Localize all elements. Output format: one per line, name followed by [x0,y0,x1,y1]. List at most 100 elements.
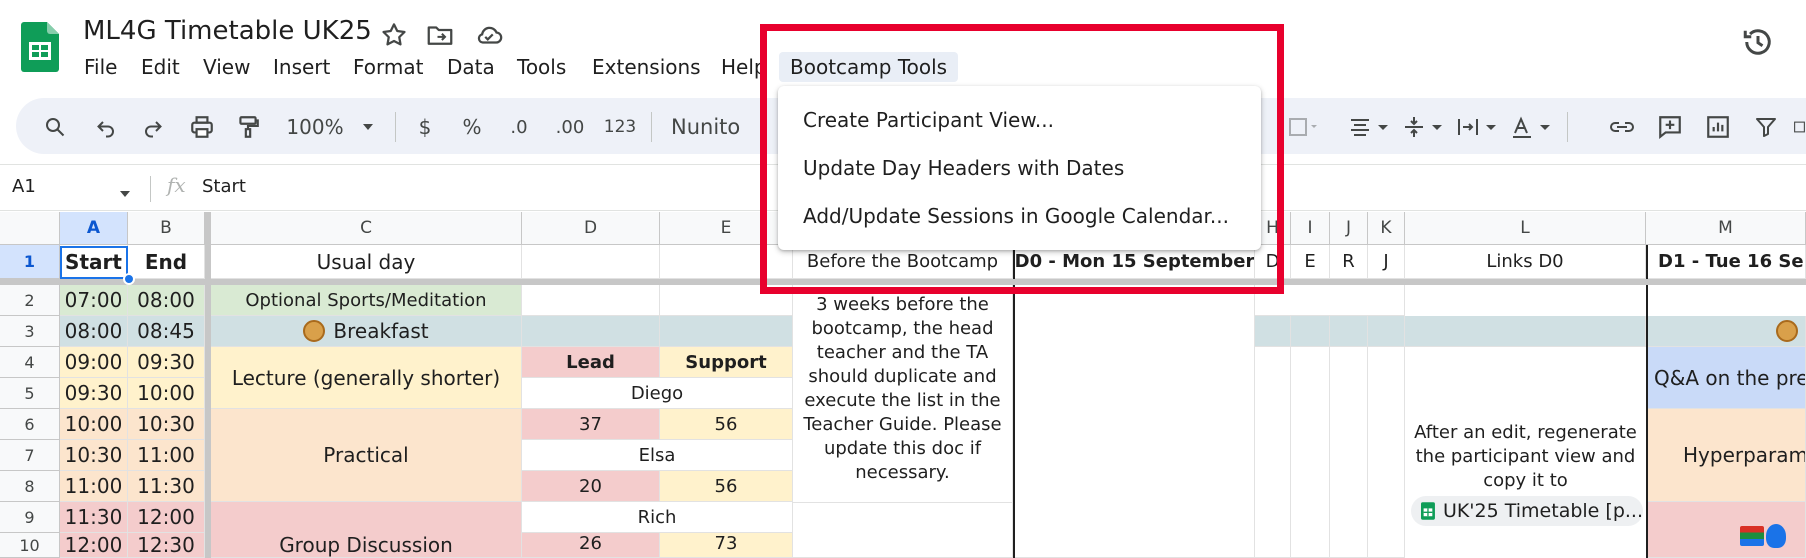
cell-end-time[interactable]: 10:00 [128,378,205,409]
cell-k-col[interactable] [1368,347,1405,558]
cell-end-time[interactable]: 12:30 [128,533,205,558]
cell-lecturer-name[interactable]: Rich [522,502,793,533]
cloud-saved-icon[interactable] [474,20,504,50]
cell-lecture[interactable]: Lecture (generally shorter) [211,347,522,409]
row-header-4[interactable]: 4 [0,347,60,378]
increase-decimal-button[interactable]: .00 [550,112,590,142]
column-header-a[interactable]: A [60,212,128,245]
cell-support-value[interactable]: 73 [660,533,793,558]
name-box-dropdown-icon[interactable] [118,184,132,203]
sheets-logo-icon[interactable] [21,22,59,72]
search-menus-icon[interactable] [40,112,70,142]
menu-edit[interactable]: Edit [141,52,180,82]
formula-input[interactable]: Start [202,176,246,197]
zoom-dropdown-arrow-icon[interactable] [358,112,378,142]
cell-end-time[interactable]: 08:00 [128,285,205,316]
cell-k1[interactable]: J [1368,245,1405,279]
star-icon[interactable] [379,20,409,50]
text-wrapping-icon[interactable] [1456,112,1500,142]
cell-d1-qa[interactable]: Q&A on the prere [1648,347,1806,409]
cell-start-time[interactable]: 10:30 [60,440,128,471]
cell-lead-value[interactable]: 20 [522,471,660,502]
menu-format[interactable]: Format [353,52,423,82]
menu-view[interactable]: View [203,52,250,82]
cell-start-time[interactable]: 09:00 [60,347,128,378]
cell-b1[interactable]: End [128,245,205,279]
cell-end-time[interactable]: 09:30 [128,347,205,378]
cell-start-time[interactable]: 07:00 [60,285,128,316]
font-family-select[interactable]: Nunito [671,112,751,142]
cell-e3[interactable] [660,316,793,347]
name-box[interactable]: A1 [12,176,36,197]
menu-data[interactable]: Data [447,52,495,82]
document-title[interactable]: ML4G Timetable UK25 [83,16,372,46]
row-header-2[interactable]: 2 [0,285,60,316]
cell-d1-header[interactable]: D1 - Tue 16 Sep [1648,245,1806,279]
cell-start-time[interactable]: 10:00 [60,409,128,440]
frozen-columns-divider[interactable] [205,212,211,558]
row-header-3[interactable]: 3 [0,316,60,347]
cell-d0-body[interactable] [1015,285,1255,558]
cell-practical[interactable]: Practical [211,409,522,502]
cell-support-value[interactable]: 56 [660,471,793,502]
cell-end-time[interactable]: 11:00 [128,440,205,471]
row-header-10[interactable]: 10 [0,533,60,558]
timetable-file-chip[interactable]: UK'25 Timetable [p... [1411,496,1643,526]
cell-d2[interactable] [522,285,660,316]
cell-before-bootcamp-note[interactable]: 3 weeks before the bootcamp, the head te… [793,285,1013,503]
column-header-d[interactable]: D [522,212,660,245]
cell-start-time[interactable]: 12:00 [60,533,128,558]
cell-lead-value[interactable]: 26 [522,533,660,558]
row-header-1[interactable]: 1 [0,245,60,279]
zoom-select[interactable]: 100% [285,112,345,142]
cell-d1[interactable] [522,245,660,279]
currency-format-button[interactable]: $ [412,112,438,142]
move-folder-icon[interactable] [425,20,455,50]
cell-j-col[interactable] [1330,347,1368,558]
cell-end-time[interactable]: 12:00 [128,502,205,533]
vertical-align-icon[interactable] [1402,112,1446,142]
cell-i-col[interactable] [1291,347,1330,558]
decrease-decimal-button[interactable]: .0 [502,112,536,142]
cell-l3[interactable] [1405,316,1646,347]
cell-lecturer-name[interactable]: Diego [522,378,793,409]
column-header-j[interactable]: J [1330,212,1368,245]
cell-lead-label[interactable]: Lead [522,347,660,378]
cell-d1-breakfast[interactable] [1648,316,1806,347]
column-header-b[interactable]: B [128,212,205,245]
merge-cells-icon[interactable] [1283,112,1323,142]
cell-end-time[interactable]: 08:45 [128,316,205,347]
row-header-6[interactable]: 6 [0,409,60,440]
cell-d1-discussion[interactable] [1648,502,1806,558]
cell-i3[interactable] [1291,316,1330,347]
cell-start-time[interactable]: 11:00 [60,471,128,502]
paint-format-icon[interactable] [233,112,263,142]
row-header-8[interactable]: 8 [0,471,60,502]
cell-breakfast[interactable]: Breakfast [211,316,522,347]
history-icon[interactable] [1740,24,1776,60]
filter-icon[interactable] [1751,112,1781,142]
column-header-k[interactable]: K [1368,212,1405,245]
cell-h-col[interactable] [1255,347,1291,558]
cell-sports-meditation[interactable]: Optional Sports/Meditation [211,285,522,316]
select-all-corner[interactable] [0,212,60,245]
insert-chart-icon[interactable] [1703,112,1733,142]
cell-lead-value[interactable]: 37 [522,409,660,440]
row-header-9[interactable]: 9 [0,502,60,533]
cell-support-label[interactable]: Support [660,347,793,378]
cell-d3[interactable] [522,316,660,347]
cell-start-time[interactable]: 08:00 [60,316,128,347]
row-header-5[interactable]: 5 [0,378,60,409]
row-header-7[interactable]: 7 [0,440,60,471]
insert-link-icon[interactable] [1607,112,1637,142]
cell-j3[interactable] [1330,316,1368,347]
print-icon[interactable] [187,112,217,142]
cell-end-time[interactable]: 10:30 [128,409,205,440]
cell-d1-hyperparam[interactable]: Hyperparam [1648,409,1806,502]
redo-icon[interactable] [138,112,168,142]
menu-file[interactable]: File [84,52,117,82]
filter-views-icon[interactable] [1793,112,1806,142]
cell-links-note[interactable]: After an edit, regenerate the participan… [1405,415,1646,495]
cell-group-discussion[interactable]: Group Discussion [211,502,522,558]
horizontal-align-icon[interactable] [1348,112,1392,142]
